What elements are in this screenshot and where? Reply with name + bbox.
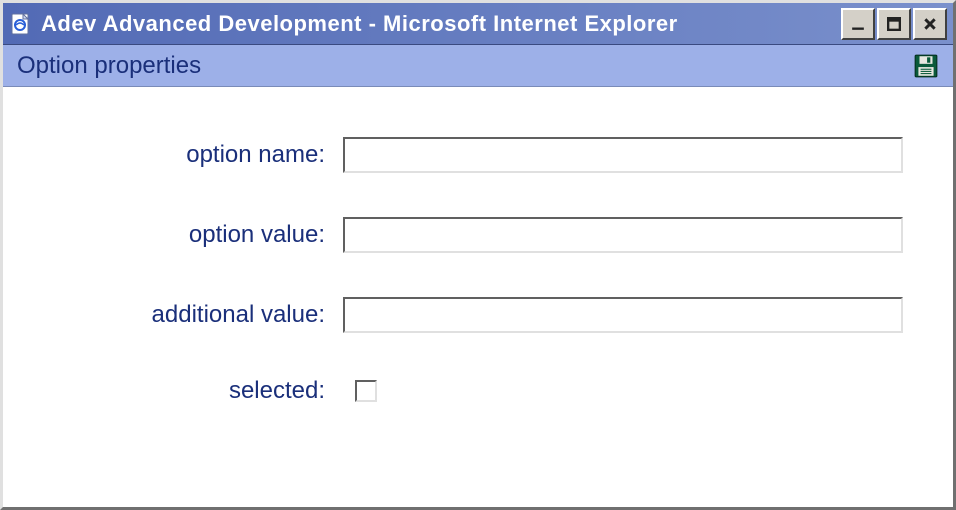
dialog-window: Adev Advanced Development - Microsoft In… — [0, 0, 956, 510]
label-selected: selected: — [33, 377, 343, 405]
input-option-value[interactable] — [343, 217, 903, 253]
window-title: Adev Advanced Development - Microsoft In… — [41, 11, 841, 37]
row-option-name: option name: — [33, 137, 923, 173]
input-option-name[interactable] — [343, 137, 903, 173]
row-selected: selected: — [33, 377, 923, 405]
label-additional-value: additional value: — [33, 301, 343, 329]
panel-title: Option properties — [17, 52, 913, 80]
form-content: option name: option value: additional va… — [3, 87, 953, 507]
ie-page-icon — [9, 12, 33, 36]
minimize-button[interactable] — [841, 8, 875, 40]
row-option-value: option value: — [33, 217, 923, 253]
input-additional-value[interactable] — [343, 297, 903, 333]
titlebar: Adev Advanced Development - Microsoft In… — [3, 3, 953, 45]
floppy-disk-icon[interactable] — [913, 53, 939, 79]
close-button[interactable] — [913, 8, 947, 40]
checkbox-selected[interactable] — [355, 380, 377, 402]
maximize-button[interactable] — [877, 8, 911, 40]
label-option-name: option name: — [33, 141, 343, 169]
label-option-value: option value: — [33, 221, 343, 249]
panel-header: Option properties — [3, 45, 953, 87]
window-controls — [841, 8, 947, 40]
row-additional-value: additional value: — [33, 297, 923, 333]
